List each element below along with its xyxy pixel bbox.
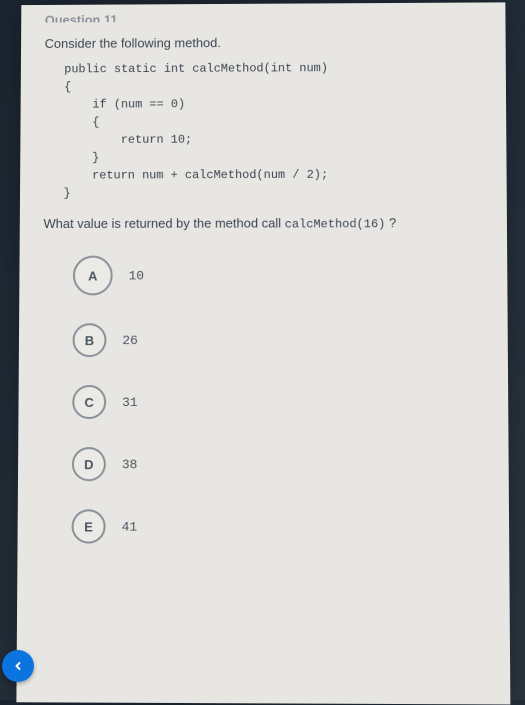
option-e[interactable]: E 41 (71, 509, 484, 544)
option-letter: D (72, 447, 106, 481)
option-text: 26 (122, 333, 138, 348)
option-letter: A (73, 256, 113, 296)
question-page: Question 11 Consider the following metho… (16, 2, 510, 704)
option-text: 38 (122, 457, 138, 472)
question-text: What value is returned by the method cal… (43, 215, 482, 232)
code-block: public static int calcMethod(int num) { … (63, 59, 482, 203)
option-c[interactable]: C 31 (72, 385, 484, 419)
question-code: calcMethod(16) (285, 217, 386, 231)
option-letter: C (72, 385, 106, 419)
option-letter: B (73, 323, 107, 357)
option-letter: E (71, 509, 105, 543)
question-header: Question 11 (45, 10, 482, 22)
question-post: ? (385, 215, 396, 230)
question-pre: What value is returned by the method cal… (43, 216, 284, 231)
option-d[interactable]: D 38 (72, 447, 485, 482)
option-text: 10 (129, 268, 145, 283)
options-list: A 10 B 26 C 31 D 38 E 41 (71, 255, 484, 545)
option-text: 41 (122, 519, 138, 534)
option-text: 31 (122, 395, 138, 410)
prev-button[interactable] (2, 650, 34, 682)
chevron-left-icon (12, 660, 24, 672)
option-a[interactable]: A 10 (73, 255, 483, 296)
prompt-text: Consider the following method. (45, 34, 482, 51)
option-b[interactable]: B 26 (73, 323, 484, 357)
